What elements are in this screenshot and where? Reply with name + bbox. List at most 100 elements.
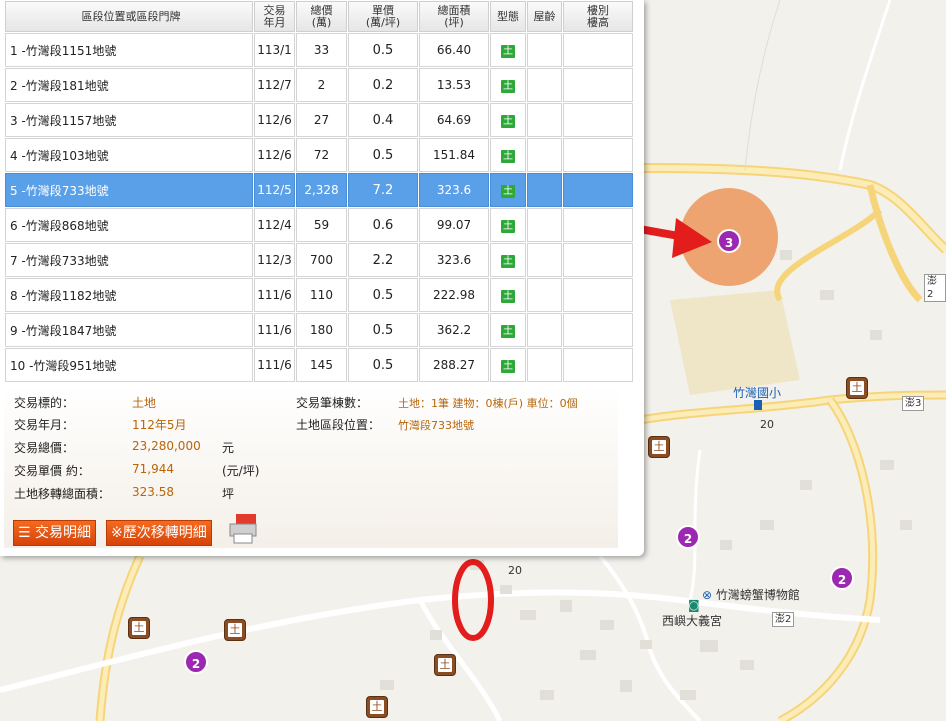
cell-unit: 2.2 xyxy=(348,243,418,277)
cell-unit: 0.5 xyxy=(348,33,418,67)
ym-value: 112年5月 xyxy=(132,418,187,432)
cell-location: 10 -竹灣段951地號 xyxy=(5,348,253,382)
land-type-icon: 土 xyxy=(501,44,515,58)
pdf-print-icon[interactable] xyxy=(228,514,258,544)
cell-area: 288.27 xyxy=(419,348,489,382)
table-header: 區段位置或區段門牌 交易 年月 總價 (萬) 單價 (萬/坪) 總面積 (坪) 型態 屋… xyxy=(5,1,633,32)
transaction-panel: 區段位置或區段門牌 交易 年月 總價 (萬) 單價 (萬/坪) 總面積 (坪) 型態 屋… xyxy=(0,0,644,556)
cell-ym: 112/3 xyxy=(254,243,295,277)
col-location: 區段位置或區段門牌 xyxy=(5,1,253,32)
cell-age xyxy=(527,208,562,242)
cell-floor xyxy=(563,33,633,67)
arrow-head xyxy=(672,218,712,258)
cell-unit: 0.5 xyxy=(348,138,418,172)
land-type-icon: 土 xyxy=(501,289,515,303)
unit-label: 交易單價 約： xyxy=(14,464,90,478)
cell-area: 323.6 xyxy=(419,243,489,277)
col-unit: 單價 (萬/坪) xyxy=(348,1,418,32)
table-row[interactable]: 6 -竹灣段868地號 112/4 59 0.6 99.07 土 xyxy=(5,208,633,242)
land-type-icon: 土 xyxy=(501,184,515,198)
cell-area: 64.69 xyxy=(419,103,489,137)
cell-total: 180 xyxy=(296,313,347,347)
cell-total: 59 xyxy=(296,208,347,242)
transaction-detail-button[interactable]: ☰ 交易明細 xyxy=(13,520,97,546)
cell-location: 9 -竹灣段1847地號 xyxy=(5,313,253,347)
loc-label: 土地區段位置： xyxy=(296,418,381,432)
cell-age xyxy=(527,243,562,277)
cell-age xyxy=(527,138,562,172)
cell-unit: 7.2 xyxy=(348,173,418,207)
cell-age xyxy=(527,103,562,137)
land-type-icon: 土 xyxy=(501,114,515,128)
table-row[interactable]: 2 -竹灣段181地號 112/7 2 0.2 13.53 土 xyxy=(5,68,633,102)
area-unit: 坪 xyxy=(222,487,235,501)
count-label: 交易筆棟數： xyxy=(296,396,369,410)
cell-unit: 0.4 xyxy=(348,103,418,137)
area-label: 土地移轉總面積： xyxy=(14,487,111,501)
cell-total: 2 xyxy=(296,68,347,102)
table-row[interactable]: 1 -竹灣段1151地號 113/1 33 0.5 66.40 土 xyxy=(5,33,633,67)
list-icon: ☰ xyxy=(18,525,31,541)
cell-area: 66.40 xyxy=(419,33,489,67)
cell-age xyxy=(527,348,562,382)
cell-area: 99.07 xyxy=(419,208,489,242)
cell-location: 6 -竹灣段868地號 xyxy=(5,208,253,242)
cell-unit: 0.5 xyxy=(348,278,418,312)
cell-unit: 0.5 xyxy=(348,313,418,347)
col-floor: 樓別 樓高 xyxy=(563,1,633,32)
target-value: 土地 xyxy=(132,396,157,410)
cell-location: 8 -竹灣段1182地號 xyxy=(5,278,253,312)
cell-floor xyxy=(563,68,633,102)
cell-total: 72 xyxy=(296,138,347,172)
land-type-icon: 土 xyxy=(501,324,515,338)
cell-age xyxy=(527,33,562,67)
cell-total: 27 xyxy=(296,103,347,137)
cell-ym: 111/6 xyxy=(254,278,295,312)
table-row-selected[interactable]: 5 -竹灣段733地號 112/5 2,328 7.2 323.6 土 xyxy=(5,173,633,207)
cell-age xyxy=(527,278,562,312)
cell-total: 33 xyxy=(296,33,347,67)
table-row[interactable]: 4 -竹灣段103地號 112/6 72 0.5 151.84 土 xyxy=(5,138,633,172)
total-unit: 元 xyxy=(222,441,235,455)
cell-location: 1 -竹灣段1151地號 xyxy=(5,33,253,67)
unit-unit: (元/坪) xyxy=(222,464,260,478)
button-label: 交易明細 xyxy=(35,525,92,541)
cell-age xyxy=(527,313,562,347)
land-type-icon: 土 xyxy=(501,79,515,93)
table-row[interactable]: 3 -竹灣段1157地號 112/6 27 0.4 64.69 土 xyxy=(5,103,633,137)
land-type-icon: 土 xyxy=(501,254,515,268)
cell-location: 4 -竹灣段103地號 xyxy=(5,138,253,172)
cell-area: 151.84 xyxy=(419,138,489,172)
count-value: 土地：1筆 建物：0棟(戶) 車位：0個 xyxy=(398,397,578,410)
cell-total: 145 xyxy=(296,348,347,382)
col-area: 總面積 (坪) xyxy=(419,1,489,32)
table-row[interactable]: 9 -竹灣段1847地號 111/6 180 0.5 362.2 土 xyxy=(5,313,633,347)
total-value: 23,280,000 xyxy=(132,439,201,453)
cell-ym: 112/4 xyxy=(254,208,295,242)
cell-total: 2,328 xyxy=(296,173,347,207)
cell-ym: 112/5 xyxy=(254,173,295,207)
cell-ym: 113/1 xyxy=(254,33,295,67)
cell-floor xyxy=(563,173,633,207)
cell-ym: 112/7 xyxy=(254,68,295,102)
col-ym: 交易 年月 xyxy=(254,1,295,32)
cell-ym: 112/6 xyxy=(254,103,295,137)
table-row[interactable]: 10 -竹灣段951地號 111/6 145 0.5 288.27 土 xyxy=(5,348,633,382)
table-row[interactable]: 8 -竹灣段1182地號 111/6 110 0.5 222.98 土 xyxy=(5,278,633,312)
col-age: 屋齡 xyxy=(527,1,562,32)
cell-total: 700 xyxy=(296,243,347,277)
cell-age xyxy=(527,68,562,102)
cell-floor xyxy=(563,103,633,137)
transfer-history-button[interactable]: ※歷次移轉明細 xyxy=(106,520,212,546)
red-ellipse xyxy=(452,559,494,641)
area-value: 323.58 xyxy=(132,485,174,499)
cell-floor xyxy=(563,348,633,382)
table-row[interactable]: 7 -竹灣段733地號 112/3 700 2.2 323.6 土 xyxy=(5,243,633,277)
cell-ym: 111/6 xyxy=(254,313,295,347)
cell-floor xyxy=(563,313,633,347)
cell-area: 222.98 xyxy=(419,278,489,312)
cell-location: 2 -竹灣段181地號 xyxy=(5,68,253,102)
cell-floor xyxy=(563,278,633,312)
cell-unit: 0.5 xyxy=(348,348,418,382)
cell-age xyxy=(527,173,562,207)
